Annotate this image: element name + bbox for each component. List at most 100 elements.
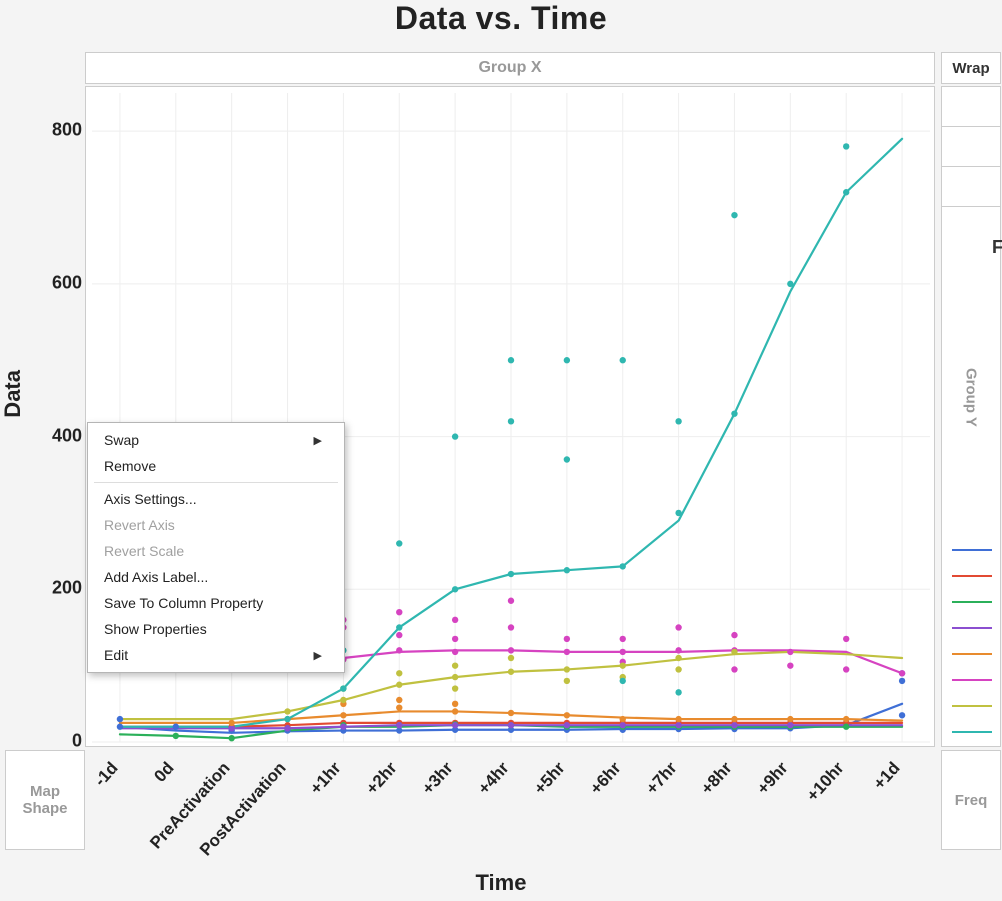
series-point — [564, 678, 570, 684]
series-point — [843, 716, 849, 722]
freq-label: Freq — [955, 792, 988, 809]
series-point — [452, 685, 458, 691]
series-point — [396, 704, 402, 710]
series-point — [173, 733, 179, 739]
x-tick-label: 0d — [163, 758, 178, 771]
series-point — [228, 720, 234, 726]
menu-item-label: Save To Column Property — [104, 595, 263, 611]
series-point — [396, 624, 402, 630]
menu-item-label: Axis Settings... — [104, 491, 197, 507]
series-point — [452, 701, 458, 707]
series-point — [452, 636, 458, 642]
legend-swatch[interactable] — [952, 641, 996, 667]
series-point — [452, 674, 458, 680]
series-point — [396, 609, 402, 615]
series-point — [452, 708, 458, 714]
legend-swatch[interactable] — [952, 537, 996, 563]
y-tick-label: 800 — [52, 120, 82, 141]
series-point — [564, 636, 570, 642]
menu-separator — [94, 482, 338, 483]
series-point — [899, 712, 905, 718]
menu-item-revert-axis: Revert Axis — [88, 512, 344, 538]
panel-slot[interactable] — [942, 127, 1000, 167]
series-point — [620, 662, 626, 668]
panel-slot[interactable] — [942, 87, 1000, 127]
freq-panel[interactable]: Freq — [941, 750, 1001, 850]
series-point — [564, 567, 570, 573]
series-point — [396, 722, 402, 728]
menu-item-show-properties[interactable]: Show Properties — [88, 616, 344, 642]
series-point — [899, 678, 905, 684]
series-point — [173, 724, 179, 730]
menu-item-swap[interactable]: Swap▶ — [88, 427, 344, 453]
map-shape-label: Map Shape — [22, 783, 67, 817]
series-point — [340, 724, 346, 730]
menu-item-axis-settings[interactable]: Axis Settings... — [88, 486, 344, 512]
map-shape-panel[interactable]: Map Shape — [5, 750, 85, 850]
menu-item-save-to-column-property[interactable]: Save To Column Property — [88, 590, 344, 616]
axis-context-menu[interactable]: Swap▶RemoveAxis Settings...Revert AxisRe… — [87, 422, 345, 673]
series-point — [675, 666, 681, 672]
legend-swatch[interactable] — [952, 589, 996, 615]
legend-swatch[interactable] — [952, 719, 996, 745]
menu-item-add-axis-label[interactable]: Add Axis Label... — [88, 564, 344, 590]
submenu-arrow-icon: ▶ — [314, 649, 322, 662]
series-point — [675, 647, 681, 653]
series-point — [508, 669, 514, 675]
series-point — [675, 722, 681, 728]
legend-swatch[interactable] — [952, 615, 996, 641]
series-point — [396, 697, 402, 703]
series-point — [452, 722, 458, 728]
legend-swatch[interactable] — [952, 693, 996, 719]
menu-item-label: Revert Scale — [104, 543, 184, 559]
series-point — [564, 357, 570, 363]
series-point — [675, 689, 681, 695]
series-point — [508, 598, 514, 604]
series-point — [508, 357, 514, 363]
menu-item-label: Show Properties — [104, 621, 207, 637]
series-point — [508, 571, 514, 577]
series-point — [452, 586, 458, 592]
x-tick-label: -1d — [107, 758, 122, 771]
series-point — [787, 722, 793, 728]
x-tick-label: +4hr — [499, 758, 514, 771]
menu-item-label: Swap — [104, 432, 139, 448]
series-point — [284, 708, 290, 714]
panel-row-label: Group Y — [942, 347, 1000, 447]
x-tick-label: +9hr — [778, 758, 793, 771]
series-point — [787, 716, 793, 722]
y-tick-label: 600 — [52, 272, 82, 293]
panel-slot[interactable] — [942, 167, 1000, 207]
panel-col-header[interactable]: Group X — [85, 52, 935, 84]
menu-item-edit[interactable]: Edit▶ — [88, 642, 344, 668]
series-point — [899, 670, 905, 676]
wrap-button[interactable]: Wrap — [941, 52, 1001, 84]
series-point — [787, 662, 793, 668]
y-axis-label[interactable]: Data — [0, 370, 26, 418]
series-point — [508, 647, 514, 653]
series-point — [396, 632, 402, 638]
chart-title: Data vs. Time — [0, 0, 1002, 37]
series-point — [284, 725, 290, 731]
y-tick-label: 200 — [52, 578, 82, 599]
legend-swatch[interactable] — [952, 667, 996, 693]
menu-item-label: Remove — [104, 458, 156, 474]
menu-item-remove[interactable]: Remove — [88, 453, 344, 479]
menu-item-label: Revert Axis — [104, 517, 175, 533]
series-point — [452, 649, 458, 655]
series-point — [564, 722, 570, 728]
x-axis-label[interactable]: Time — [0, 870, 1002, 896]
series-point — [564, 456, 570, 462]
legend-swatch[interactable] — [952, 563, 996, 589]
menu-item-revert-scale: Revert Scale — [88, 538, 344, 564]
series-point — [396, 540, 402, 546]
series-point — [508, 710, 514, 716]
x-tick-label: +3hr — [443, 758, 458, 771]
series-point — [620, 716, 626, 722]
series-point — [284, 716, 290, 722]
series-point — [117, 716, 123, 722]
series-point — [620, 563, 626, 569]
panel-row-sidebar[interactable]: F Group Y — [941, 86, 1001, 747]
series-point — [620, 722, 626, 728]
series-point — [396, 647, 402, 653]
